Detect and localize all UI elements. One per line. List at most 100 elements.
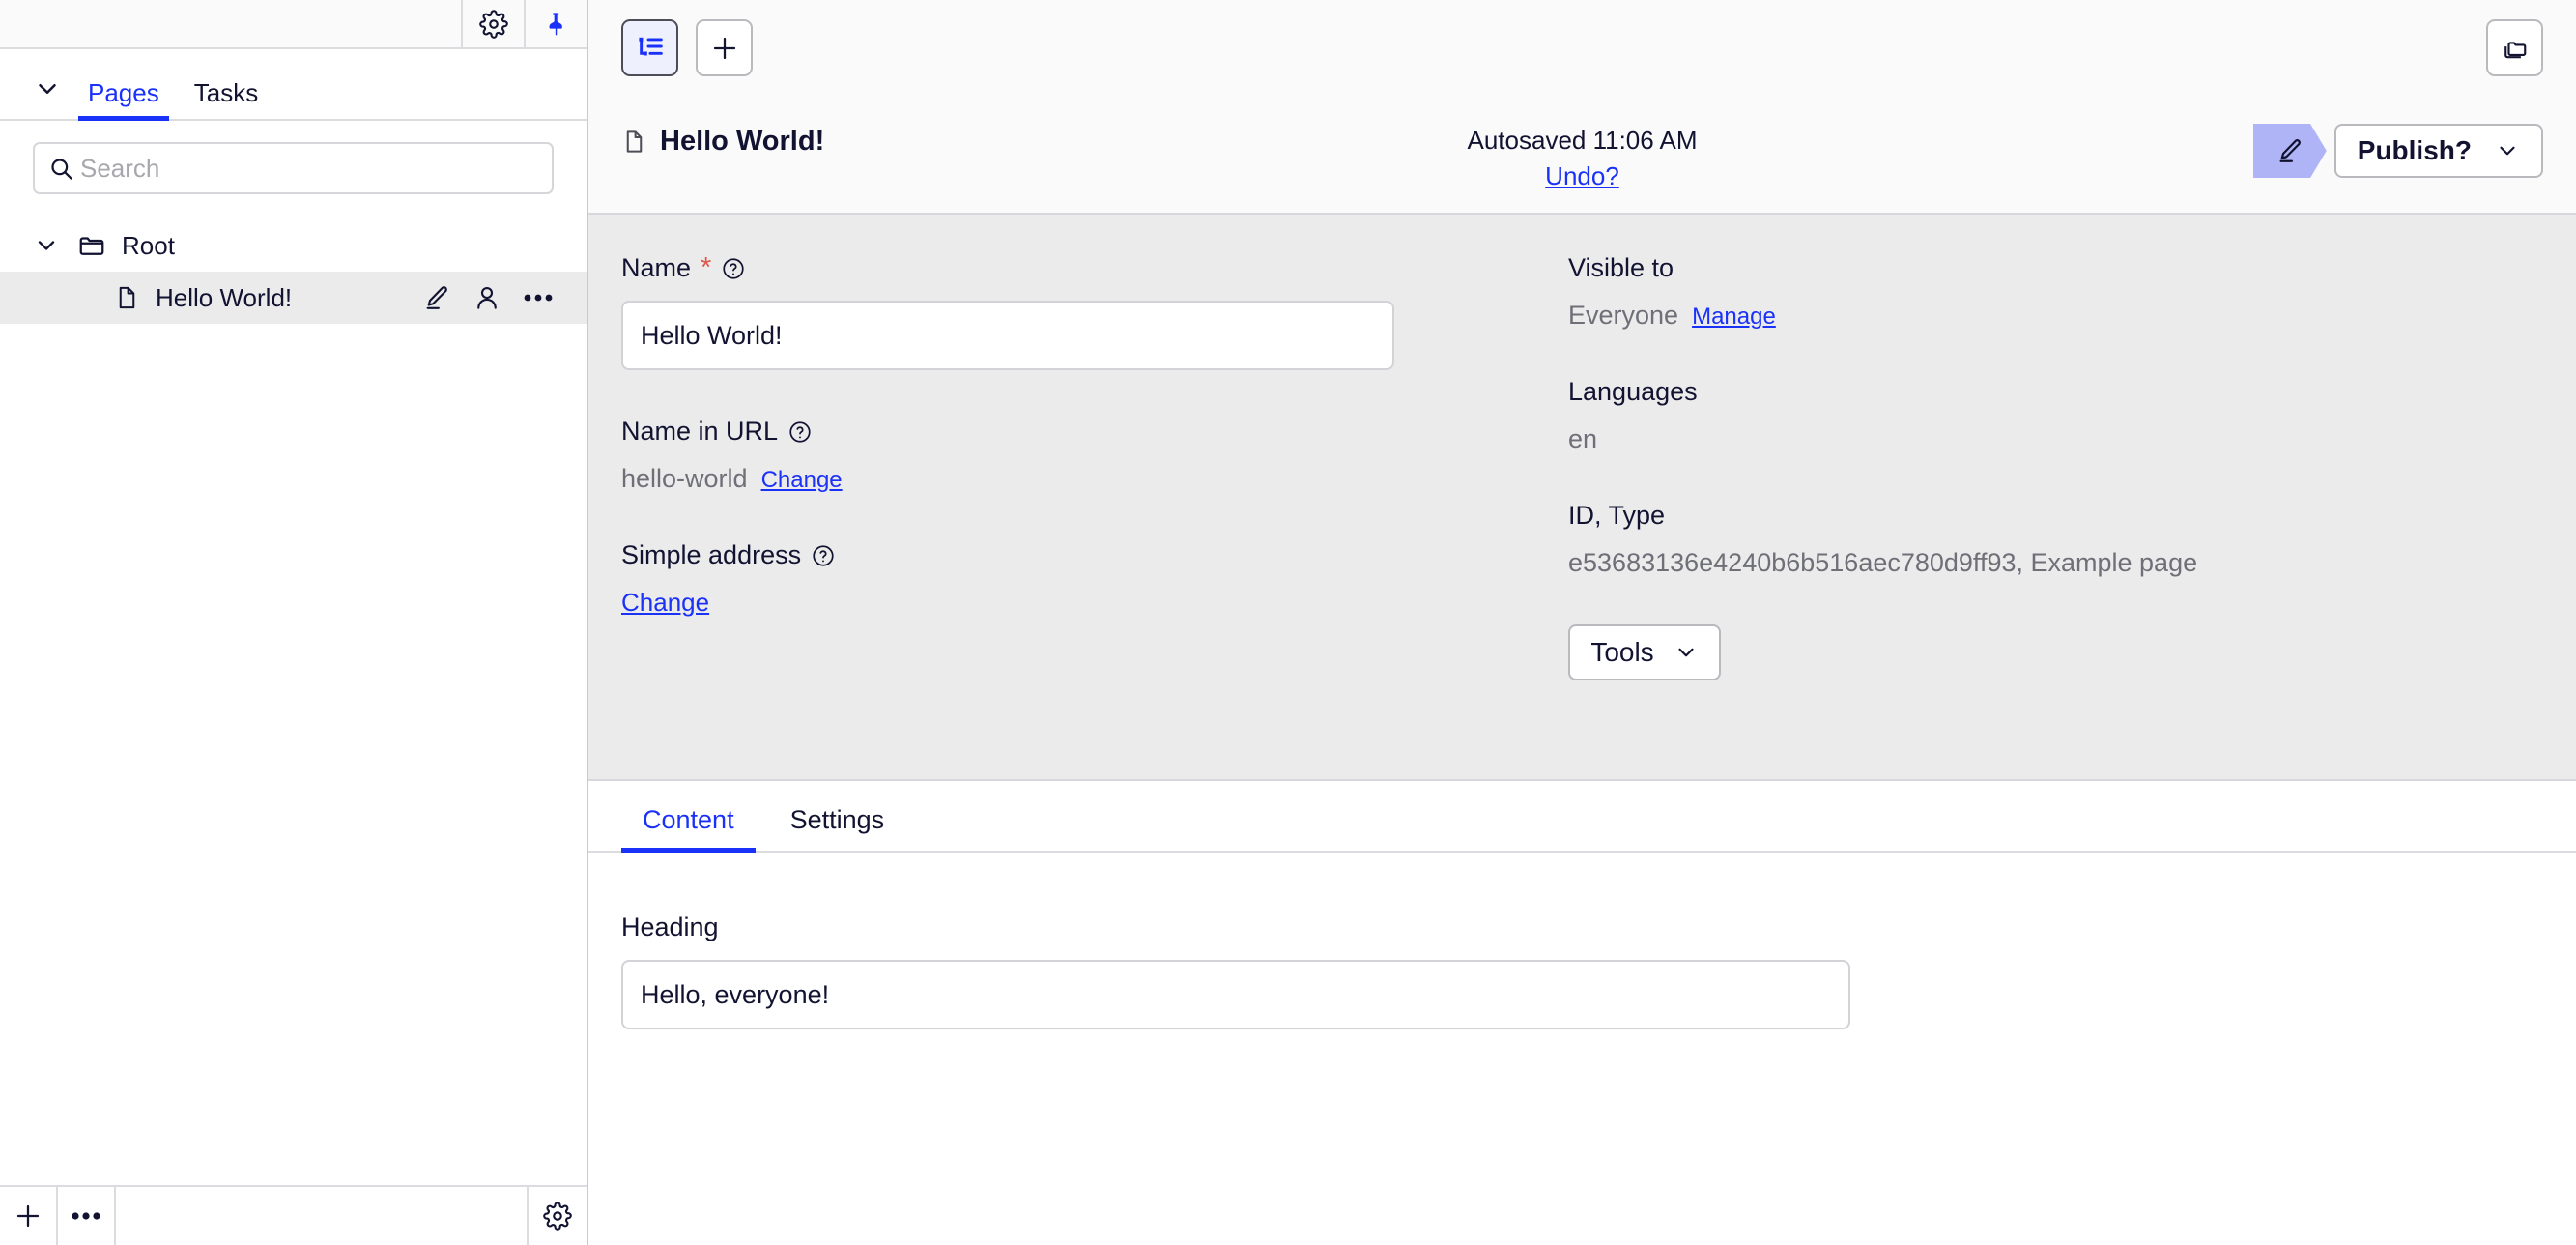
chevron-down-icon (2495, 138, 2520, 163)
name-in-url-change-link[interactable]: Change (761, 467, 843, 494)
page-title: Hello World! (621, 116, 824, 158)
chevron-down-icon[interactable] (33, 232, 60, 259)
publish-button[interactable]: Publish? (2333, 124, 2543, 178)
sidebar-bottom-toolbar (0, 1185, 587, 1245)
simple-address-change-link[interactable]: Change (621, 588, 709, 617)
pin-icon (543, 10, 570, 39)
tree-list-icon (635, 33, 666, 64)
autosave-status: Autosaved 11:06 AM Undo? (1467, 116, 1697, 191)
visible-to-value: Everyone (1568, 301, 1679, 330)
main-panel: Hello World! Autosaved 11:06 AM Undo? Pu… (588, 0, 2576, 1245)
tree-item-hello-world[interactable]: Hello World! (0, 272, 587, 324)
visible-to-value-row: Everyone Manage (1568, 301, 2515, 331)
chevron-down-icon (1674, 640, 1699, 665)
search-input[interactable] (80, 153, 538, 184)
question-circle-icon[interactable] (811, 543, 836, 568)
page-icon (114, 283, 140, 312)
question-circle-icon[interactable] (721, 256, 746, 281)
field-id-type-label-text: ID, Type (1568, 501, 1666, 530)
field-visible-to: Visible to Everyone Manage (1568, 253, 2515, 331)
sidebar-bottom-spacer (116, 1187, 529, 1245)
question-circle-icon[interactable] (787, 420, 813, 445)
sidebar-tab-pages-label: Pages (88, 78, 159, 107)
sidebar-pin-button[interactable] (524, 0, 587, 47)
tree-item-hello-world-label: Hello World! (156, 282, 293, 312)
sidebar: Pages Tasks Search Root Hello World! (0, 0, 588, 1245)
sidebar-add-button[interactable] (0, 1187, 58, 1245)
field-simple-address-label-text: Simple address (621, 540, 802, 569)
tree-item-root-label: Root (122, 230, 175, 260)
field-languages-label: Languages (1568, 377, 2515, 407)
tab-settings-label: Settings (789, 805, 885, 834)
field-name: Name * (621, 253, 1568, 370)
content-area: Heading (588, 853, 2576, 1245)
plus-icon (14, 1202, 43, 1231)
field-name-in-url-label: Name in URL (621, 417, 1568, 447)
sidebar-settings-button[interactable] (461, 0, 524, 47)
add-page-button[interactable] (696, 19, 753, 76)
tree-item-root[interactable]: Root (0, 219, 587, 272)
tree-view-button[interactable] (621, 19, 678, 76)
id-type-value-row: e53683136e4240b6b516aec780d9ff93, Exampl… (1568, 548, 2515, 578)
tab-content[interactable]: Content (621, 805, 756, 853)
name-input[interactable] (621, 301, 1394, 370)
user-icon[interactable] (472, 283, 501, 312)
sidebar-collapse-button[interactable] (33, 74, 62, 103)
field-name-in-url: Name in URL hello-world Change (621, 417, 1568, 494)
content-tabs: Content Settings (588, 779, 2576, 853)
field-id-type-label: ID, Type (1568, 501, 2515, 531)
sidebar-topbar (0, 0, 587, 49)
name-in-url-value-row: hello-world Change (621, 464, 1568, 494)
edit-mode-badge[interactable] (2252, 124, 2327, 178)
undo-link[interactable]: Undo? (1467, 161, 1697, 191)
search-box[interactable] (33, 142, 554, 194)
more-horizontal-icon (71, 1210, 101, 1222)
app-root: Pages Tasks Search Root Hello World! Hel… (0, 0, 2576, 1245)
plus-icon (710, 34, 739, 63)
languages-value-row: en (1568, 424, 2515, 454)
page-info-right-column: Visible to Everyone Manage Languages en (1568, 253, 2515, 740)
field-languages-label-text: Languages (1568, 377, 1698, 406)
copy-folders-button[interactable] (2486, 19, 2543, 76)
tools-dropdown-button[interactable]: Tools (1568, 624, 1721, 680)
sidebar-tab-tasks[interactable]: Tasks (185, 80, 268, 119)
main-header: Hello World! Autosaved 11:06 AM Undo? Pu… (588, 116, 2576, 213)
publish-button-label: Publish? (2357, 135, 2472, 165)
name-in-url-value: hello-world (621, 464, 748, 493)
page-info-panel: Name * Name in UR (588, 213, 2576, 779)
chevron-down-icon (33, 74, 62, 103)
tab-content-label: Content (643, 805, 734, 834)
heading-input[interactable] (621, 960, 1850, 1029)
field-visible-to-label-text: Visible to (1568, 253, 1674, 282)
id-type-value: e53683136e4240b6b516aec780d9ff93, Exampl… (1568, 548, 2198, 577)
field-name-label-text: Name (621, 253, 692, 282)
main-toolbar-right (2486, 19, 2543, 76)
sidebar-more-button[interactable] (58, 1187, 116, 1245)
page-tree: Root Hello World! (0, 194, 587, 1185)
copy-folders-icon (2501, 34, 2530, 63)
tab-settings[interactable]: Settings (769, 805, 906, 851)
field-languages: Languages en (1568, 377, 2515, 454)
field-simple-address-label: Simple address (621, 540, 1568, 570)
languages-value: en (1568, 424, 1598, 453)
sidebar-tabs: Pages Tasks (0, 49, 587, 121)
pencil-icon[interactable] (422, 283, 451, 312)
sidebar-tab-tasks-label: Tasks (193, 78, 259, 107)
sidebar-tab-pages[interactable]: Pages (78, 78, 169, 121)
autosave-text: Autosaved 11:06 AM (1467, 126, 1698, 155)
page-icon (621, 127, 647, 157)
tools-button-label: Tools (1590, 637, 1654, 667)
required-marker: * (701, 252, 712, 283)
gear-icon (543, 1202, 572, 1231)
field-visible-to-label: Visible to (1568, 253, 2515, 283)
visible-to-manage-link[interactable]: Manage (1692, 304, 1776, 331)
main-toolbar (588, 0, 2576, 116)
page-info-left-column: Name * Name in UR (621, 253, 1568, 740)
main-header-actions: Publish? (2252, 116, 2543, 178)
page-title-label: Hello World! (660, 126, 825, 157)
sidebar-bottom-settings-button[interactable] (529, 1187, 587, 1245)
tree-item-actions (422, 283, 587, 312)
field-id-type: ID, Type e53683136e4240b6b516aec780d9ff9… (1568, 501, 2515, 578)
more-horizontal-icon[interactable] (523, 292, 554, 304)
field-name-in-url-label-text: Name in URL (621, 417, 779, 446)
